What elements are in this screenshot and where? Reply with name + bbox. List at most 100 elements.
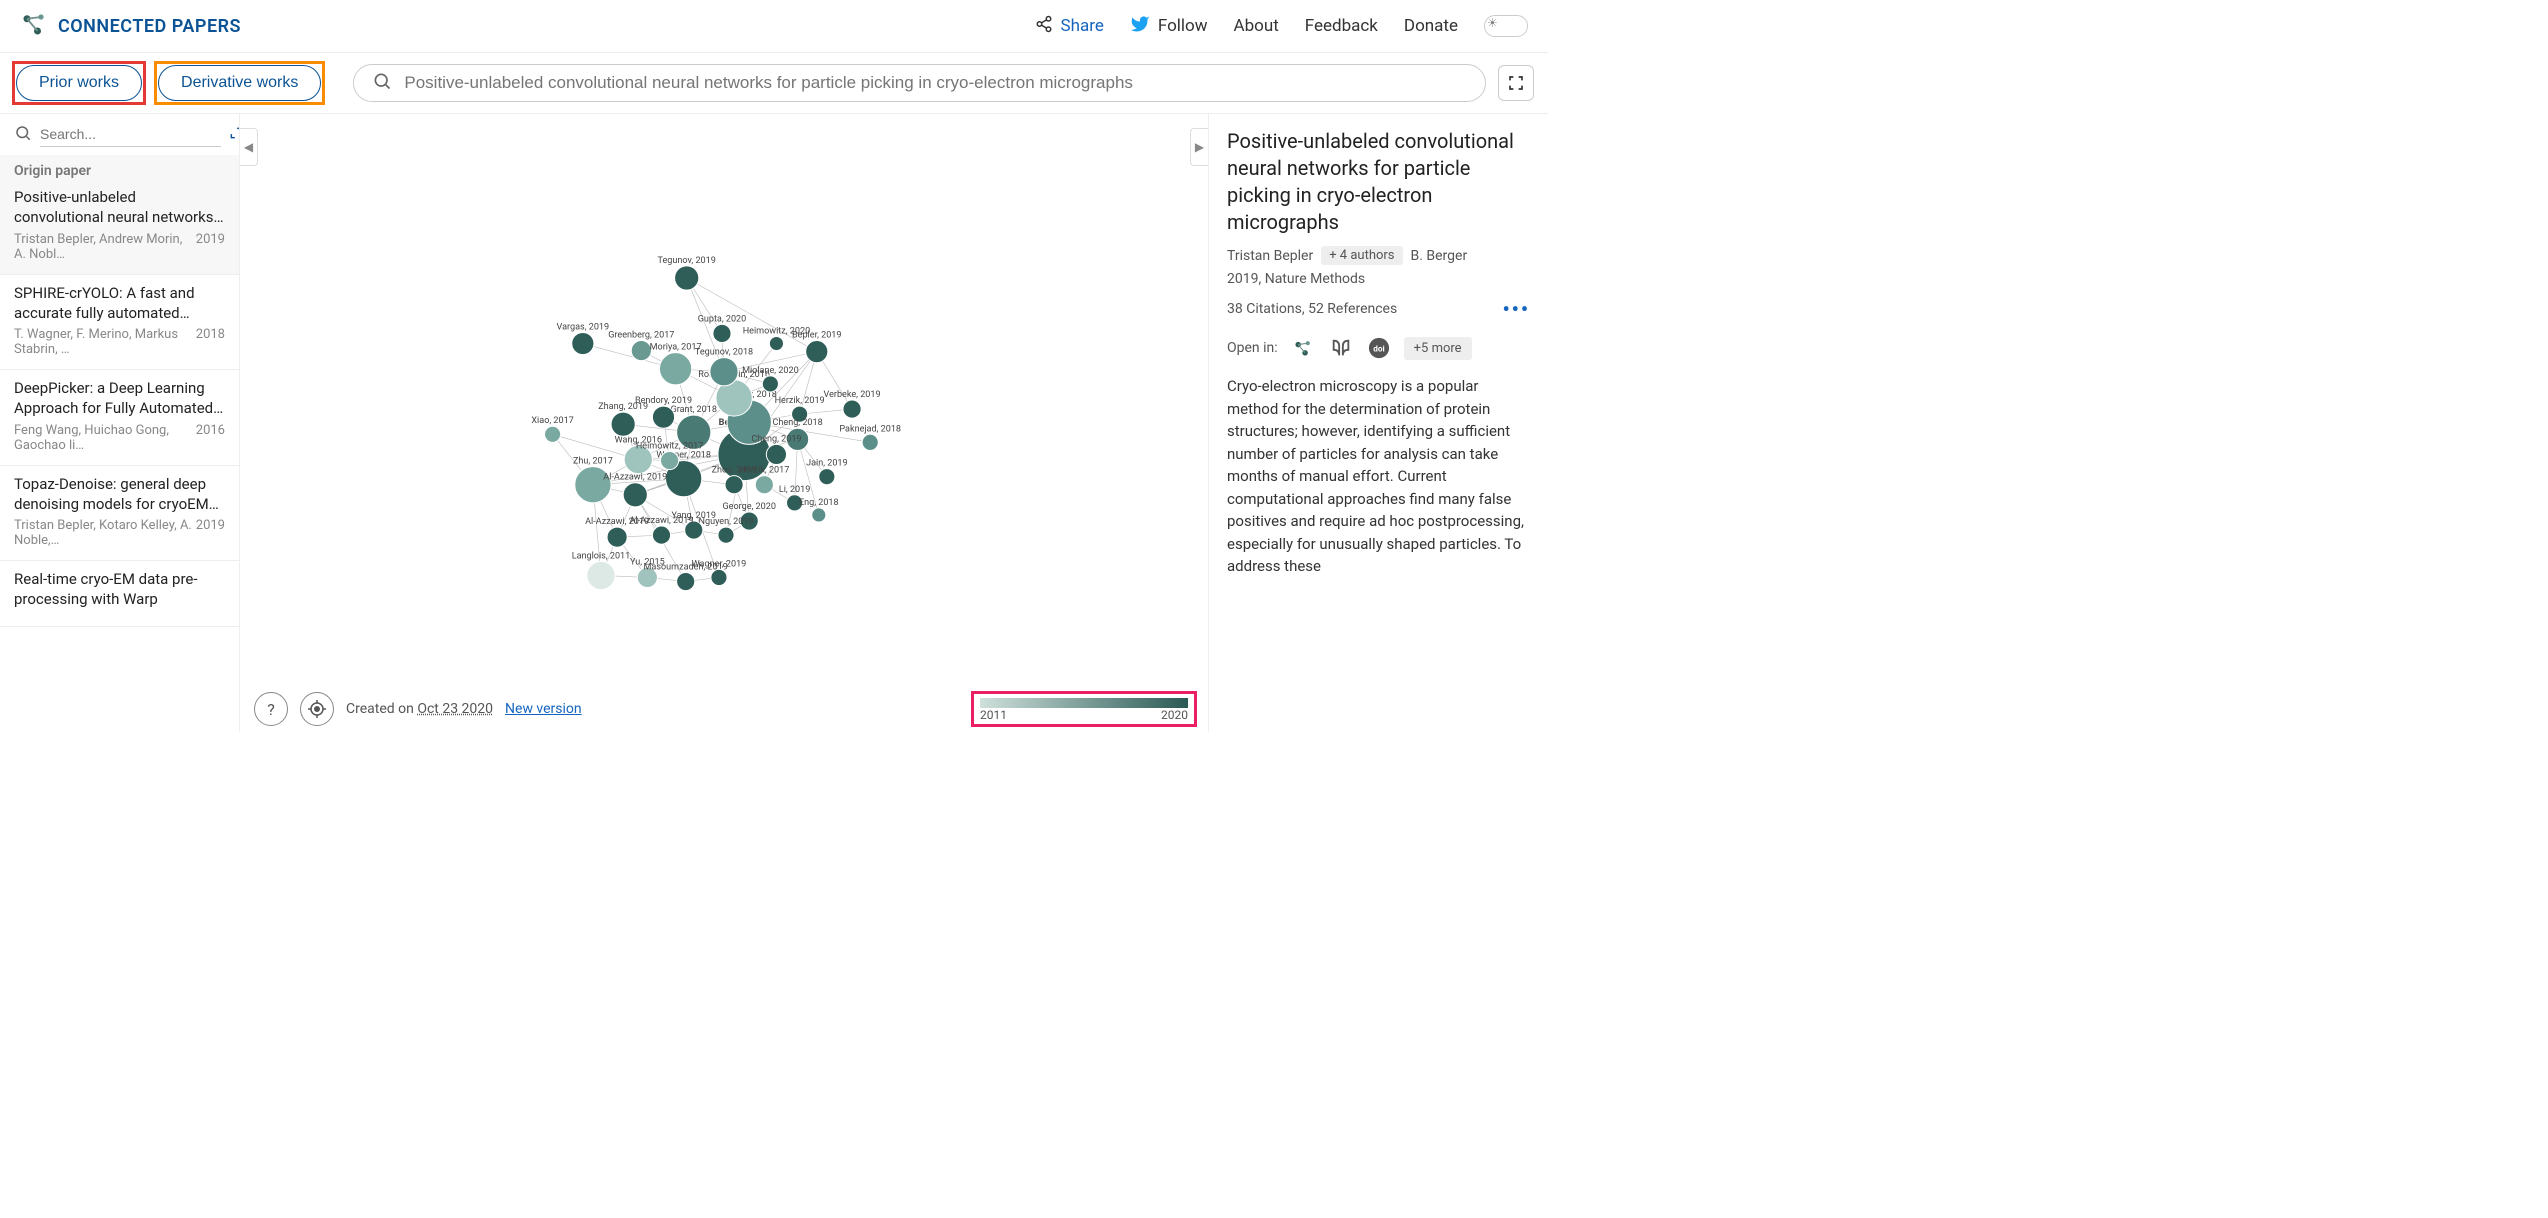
- graph-node[interactable]: [862, 434, 878, 450]
- graph-node-label: Zhang, 2019: [598, 402, 648, 412]
- graph-node-label: Al-Azzawi, 2019: [603, 473, 667, 483]
- graph-node-label: Bepler, 2019: [792, 330, 841, 340]
- openin-connected-icon[interactable]: [1290, 335, 1316, 361]
- help-button[interactable]: ?: [254, 692, 288, 726]
- fullscreen-button[interactable]: [1498, 65, 1534, 101]
- openin-more-button[interactable]: +5 more: [1404, 337, 1472, 360]
- graph-node-label: Miolane, 2020: [742, 366, 799, 376]
- graph-node[interactable]: [587, 561, 615, 589]
- graph-node[interactable]: [659, 353, 691, 385]
- about-link[interactable]: About: [1234, 16, 1279, 36]
- more-authors-button[interactable]: + 4 authors: [1321, 246, 1402, 265]
- paper-item[interactable]: Positive-unlabeled convolutional neural …: [0, 179, 239, 275]
- graph-node[interactable]: [572, 332, 594, 354]
- collapse-left-button[interactable]: ◀: [240, 128, 258, 166]
- graph-node[interactable]: [806, 341, 828, 363]
- svg-text:doi: doi: [1373, 345, 1385, 355]
- graph-node[interactable]: [769, 336, 783, 350]
- graph-node-label: Verbeke, 2019: [824, 390, 881, 400]
- collapse-right-button[interactable]: ▶: [1190, 128, 1208, 166]
- graph-node[interactable]: [652, 526, 670, 544]
- paper-item[interactable]: DeepPicker: a Deep Learning Approach for…: [0, 370, 239, 466]
- open-in-label: Open in:: [1227, 340, 1278, 356]
- sidebar-search-input[interactable]: [40, 122, 221, 147]
- graph-node-label: Greenberg, 2017: [608, 330, 674, 340]
- graph-node-label: Tegunov, 2019: [658, 256, 716, 266]
- graph-node-label: Wagner, 2019: [692, 559, 747, 569]
- graph-node-label: Moriya, 2017: [650, 343, 702, 353]
- graph-node-label: George, 2020: [722, 502, 775, 512]
- graph-node-label: Li, 2019: [779, 485, 811, 495]
- created-on-text: Created on Oct 23 2020: [346, 701, 493, 717]
- logo-icon: [20, 10, 48, 42]
- paper-year: 2019: [196, 518, 225, 548]
- brand-text: CONNECTED PAPERS: [58, 16, 241, 37]
- graph-node[interactable]: [675, 266, 699, 290]
- graph-node[interactable]: [652, 406, 674, 428]
- graph-node-label: Jain, 2019: [806, 459, 848, 469]
- graph-node-label: Cheng, 2019: [751, 434, 801, 444]
- graph-node[interactable]: [660, 451, 678, 469]
- paper-title: Positive-unlabeled convolutional neural …: [14, 187, 225, 228]
- follow-link[interactable]: Follow: [1130, 14, 1208, 39]
- logo[interactable]: CONNECTED PAPERS: [20, 10, 241, 42]
- graph-node[interactable]: [631, 341, 651, 361]
- paper-year: 2018: [196, 327, 225, 357]
- paper-item[interactable]: Topaz-Denoise: general deep denoising mo…: [0, 466, 239, 562]
- graph-node[interactable]: [711, 569, 727, 585]
- graph-node[interactable]: [713, 324, 731, 342]
- graph-node[interactable]: [725, 476, 743, 494]
- share-label: Share: [1061, 16, 1104, 36]
- graph-node-label: Langlois, 2011: [572, 551, 631, 561]
- main-search[interactable]: [353, 64, 1486, 102]
- graph-node[interactable]: [710, 358, 738, 386]
- share-link[interactable]: Share: [1035, 15, 1104, 38]
- openin-doi-icon[interactable]: doi: [1366, 335, 1392, 361]
- follow-label: Follow: [1158, 16, 1208, 36]
- theme-toggle[interactable]: [1484, 15, 1528, 37]
- derivative-works-button[interactable]: Derivative works: [158, 65, 321, 101]
- graph-node-label: Eng, 2018: [799, 498, 839, 508]
- author-last[interactable]: B. Berger: [1411, 248, 1468, 264]
- paper-authors: Tristan Bepler, Andrew Morin, A. Nobl…: [14, 232, 196, 262]
- graph-node[interactable]: [762, 376, 778, 392]
- graph-node[interactable]: [607, 527, 627, 547]
- year-scale: 2011 2020: [974, 694, 1194, 724]
- year-start: 2011: [980, 708, 1007, 722]
- graph-node[interactable]: [545, 426, 561, 442]
- main-search-input[interactable]: [404, 73, 1467, 93]
- abstract-text: Cryo-electron microscopy is a popular me…: [1227, 375, 1530, 578]
- graph-node[interactable]: [812, 508, 826, 522]
- graph-node[interactable]: [623, 483, 647, 507]
- openin-semantic-icon[interactable]: [1328, 335, 1354, 361]
- graph-node-label: Herzik, 2019: [775, 396, 825, 406]
- paper-title: SPHIRE-crYOLO: A fast and accurate fully…: [14, 283, 225, 324]
- graph-node[interactable]: [718, 527, 734, 543]
- graph-node-label: Al-Azzawi, 2019: [585, 517, 649, 527]
- graph-area[interactable]: ◀ ▶ Bepler, 2019Zivanov, 2018Grant, 2018…: [240, 114, 1208, 732]
- graph-node[interactable]: [819, 469, 835, 485]
- graph-node-label: Vargas, 2019: [557, 322, 610, 332]
- paper-authors: Feng Wang, Huichao Gong, Gaochao li…: [14, 423, 196, 453]
- graph-node-label: Herzik, 2017: [739, 466, 789, 476]
- paper-item[interactable]: SPHIRE-crYOLO: A fast and accurate fully…: [0, 275, 239, 371]
- graph-node[interactable]: [843, 400, 861, 418]
- graph-node[interactable]: [755, 476, 773, 494]
- graph-node[interactable]: [677, 572, 695, 590]
- feedback-link[interactable]: Feedback: [1305, 16, 1378, 36]
- prior-works-button[interactable]: Prior works: [16, 65, 142, 101]
- expand-icon: [229, 126, 240, 144]
- graph-node[interactable]: [766, 444, 786, 464]
- graph-node-label: Tegunov, 2018: [695, 348, 753, 358]
- recenter-button[interactable]: [300, 692, 334, 726]
- expand-button[interactable]: Expand: [229, 126, 240, 144]
- donate-link[interactable]: Donate: [1404, 16, 1458, 36]
- paper-item[interactable]: Real-time cryo-EM data pre-processing wi…: [0, 561, 239, 627]
- author-first[interactable]: Tristan Bepler: [1227, 248, 1313, 264]
- graph-node[interactable]: [611, 412, 635, 436]
- paper-title: Real-time cryo-EM data pre-processing wi…: [14, 569, 225, 610]
- more-actions-button[interactable]: •••: [1502, 297, 1530, 321]
- publication-info: 2019, Nature Methods: [1227, 271, 1530, 287]
- new-version-link[interactable]: New version: [505, 701, 582, 717]
- graph-canvas[interactable]: Bepler, 2019Zivanov, 2018Grant, 2018Wagn…: [240, 114, 1208, 684]
